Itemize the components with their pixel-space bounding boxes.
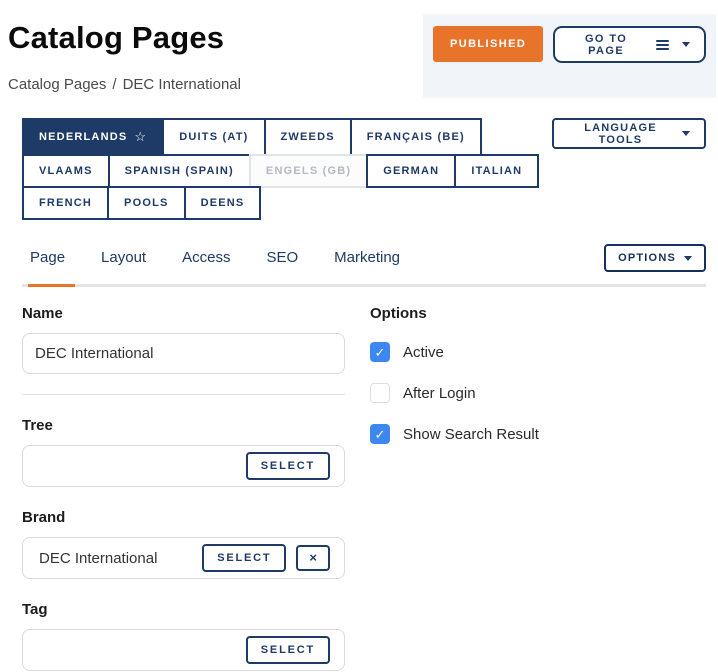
tab-layout[interactable]: Layout (101, 249, 146, 268)
active-checkbox-label: Active (403, 343, 444, 361)
tree-select-field[interactable]: SELECT (22, 445, 345, 487)
name-field-label: Name (22, 305, 63, 322)
language-tab-zweeds[interactable]: ZWEEDS (263, 118, 352, 156)
language-tab-label: VLAAMS (39, 165, 93, 177)
breadcrumb: Catalog Pages / DEC International (8, 76, 241, 93)
options-button-label: OPTIONS (618, 252, 676, 264)
language-tab-label: ZWEEDS (280, 131, 335, 143)
go-to-page-label: GO TO PAGE (584, 32, 628, 57)
language-tab-pools[interactable]: POOLS (107, 186, 186, 220)
language-tab-deens[interactable]: DEENS (183, 186, 262, 220)
language-tab-label: NEDERLANDS (39, 131, 128, 143)
page-header: Catalog Pages Catalog Pages / DEC Internat… (0, 0, 718, 98)
tab-access[interactable]: Access (182, 249, 230, 268)
brand-clear-button[interactable]: × (296, 545, 330, 571)
brand-select-field[interactable]: DEC International SELECT × (22, 537, 345, 579)
section-divider (22, 394, 345, 395)
catalog-page: Catalog Pages Catalog Pages / DEC Internat… (0, 0, 718, 672)
brand-select-button[interactable]: SELECT (202, 544, 287, 572)
active-checkbox[interactable]: ✓ (370, 342, 390, 362)
breadcrumb-root[interactable]: Catalog Pages (8, 76, 106, 93)
language-tab-label: DUITS (AT) (179, 131, 249, 143)
chevron-down-icon (684, 255, 692, 261)
tab-seo[interactable]: SEO (266, 249, 298, 268)
menu-icon (656, 39, 669, 50)
tabs-underline (22, 284, 706, 287)
tag-select-button[interactable]: SELECT (245, 636, 330, 664)
language-tabs: NEDERLANDS ☆ DUITS (AT) ZWEEDS FRANÇAIS … (22, 118, 552, 220)
header-left: Catalog Pages Catalog Pages / DEC Internat… (8, 14, 241, 93)
chevron-down-icon (682, 131, 690, 136)
breadcrumb-separator: / (112, 76, 117, 93)
form-right-column: Options ✓ Active After Login ✓ Show Sear… (370, 287, 706, 671)
language-tab-label: FRANÇAIS (BE) (366, 131, 465, 143)
language-tab-french[interactable]: FRENCH (22, 186, 110, 220)
check-icon: ✓ (374, 344, 386, 360)
brand-value: DEC International (39, 549, 158, 567)
language-tab-label: POOLS (124, 197, 169, 209)
tab-marketing[interactable]: Marketing (334, 249, 400, 268)
form-main: Name Tree SELECT Brand DEC International… (0, 287, 718, 671)
language-tab-label: ITALIAN (471, 165, 523, 177)
breadcrumb-current: DEC International (122, 76, 241, 93)
show-search-result-checkbox-label: Show Search Result (403, 425, 539, 443)
chevron-down-icon (682, 42, 690, 47)
language-tab-vlaams[interactable]: VLAAMS (22, 154, 110, 188)
language-section: NEDERLANDS ☆ DUITS (AT) ZWEEDS FRANÇAIS … (0, 118, 718, 220)
language-tab-engels-gb[interactable]: ENGELS (GB) (248, 154, 369, 188)
go-to-page-button[interactable]: GO TO PAGE (553, 26, 706, 63)
active-tab-indicator (28, 284, 75, 287)
after-login-checkbox[interactable] (370, 383, 390, 403)
brand-field-label: Brand (22, 509, 66, 526)
tag-select-field[interactable]: SELECT (22, 629, 345, 671)
tree-field-label: Tree (22, 417, 53, 434)
language-tab-duits-at[interactable]: DUITS (AT) (162, 118, 266, 156)
content-tabs: Page Layout Access SEO Marketing (30, 249, 436, 268)
show-search-result-checkbox[interactable]: ✓ (370, 424, 390, 444)
content-tabs-row: Page Layout Access SEO Marketing OPTIONS (0, 244, 718, 272)
language-tab-spanish-spain[interactable]: SPANISH (SPAIN) (107, 154, 251, 188)
checkbox-row-after-login[interactable]: After Login (370, 383, 706, 403)
language-tab-label: FRENCH (39, 197, 93, 209)
language-tab-label: DEENS (200, 197, 245, 209)
options-button[interactable]: OPTIONS (604, 244, 706, 272)
form-left-column: Name Tree SELECT Brand DEC International… (22, 287, 345, 671)
language-tab-label: GERMAN (383, 165, 440, 177)
language-tab-german[interactable]: GERMAN (366, 154, 457, 188)
tab-page[interactable]: Page (30, 249, 65, 268)
language-tab-francais-be[interactable]: FRANÇAIS (BE) (349, 118, 482, 156)
language-tab-nederlands[interactable]: NEDERLANDS ☆ (22, 118, 165, 156)
language-tab-label: ENGELS (GB) (265, 165, 352, 177)
language-tab-label: SPANISH (SPAIN) (124, 165, 234, 177)
language-tools-button[interactable]: LANGUAGE TOOLS (552, 118, 706, 149)
star-icon: ☆ (134, 129, 148, 144)
checkbox-row-active[interactable]: ✓ Active (370, 342, 706, 362)
after-login-checkbox-label: After Login (403, 384, 476, 402)
language-tab-italian[interactable]: ITALIAN (454, 154, 540, 188)
checkbox-row-show-search-result[interactable]: ✓ Show Search Result (370, 424, 706, 444)
published-status-button[interactable]: PUBLISHED (433, 26, 544, 62)
check-icon: ✓ (374, 426, 386, 442)
close-icon: × (309, 550, 317, 565)
page-title: Catalog Pages (8, 20, 225, 55)
tag-field-label: Tag (22, 601, 48, 618)
options-section-title: Options (370, 305, 427, 322)
name-input[interactable] (22, 333, 345, 374)
status-panel: PUBLISHED GO TO PAGE (423, 14, 716, 98)
tree-select-button[interactable]: SELECT (245, 452, 330, 480)
language-tools-label: LANGUAGE TOOLS (584, 121, 657, 146)
